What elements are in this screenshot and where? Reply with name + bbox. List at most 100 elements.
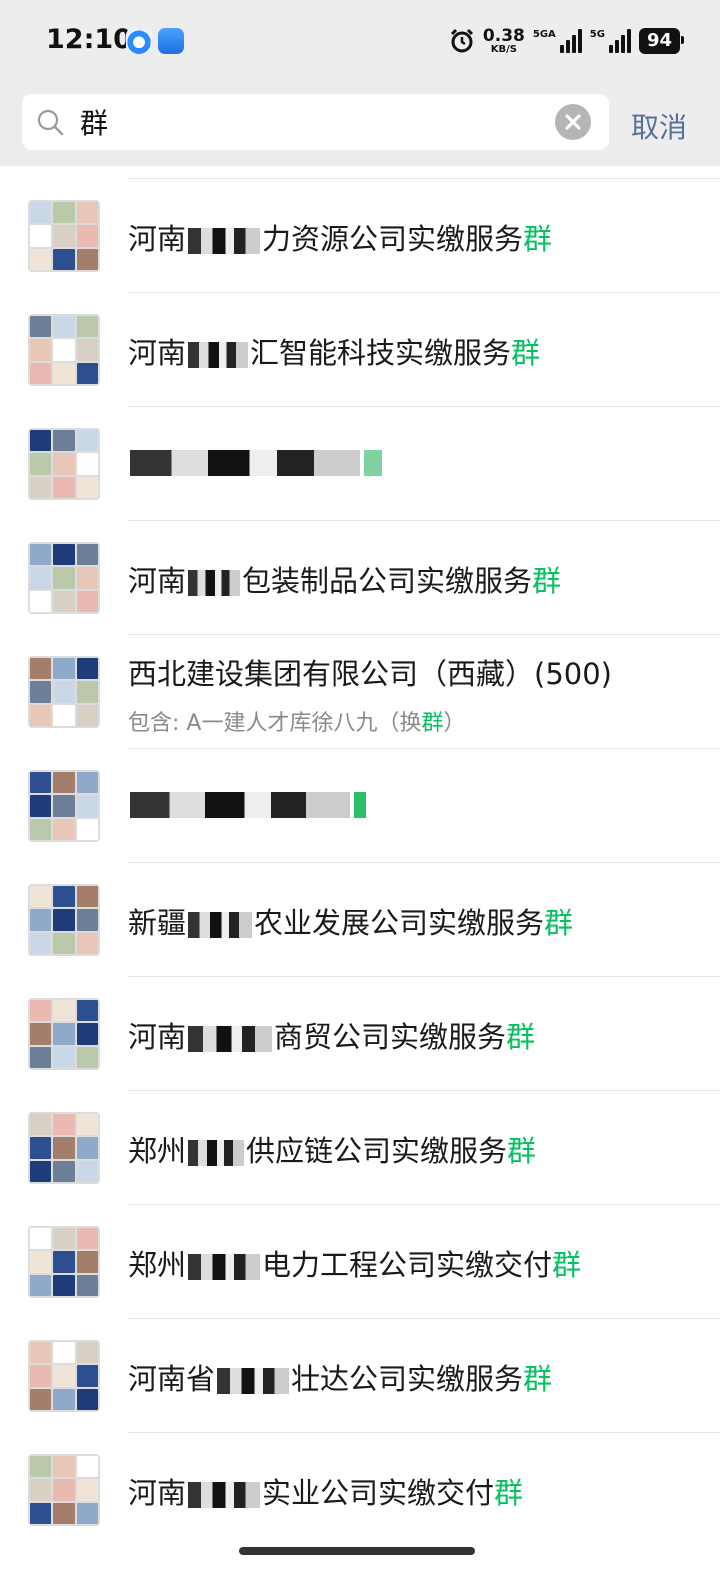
avatar-tile	[53, 1228, 75, 1250]
avatar-tile	[76, 1137, 98, 1159]
avatar-tile	[76, 1000, 98, 1022]
network-speed-value: 0.38	[482, 25, 525, 46]
avatar-tile	[53, 339, 75, 361]
avatar-tile	[76, 909, 98, 931]
avatar-tile	[30, 1342, 52, 1364]
group-name-prefix: 郑州	[128, 1248, 187, 1282]
group-result-item[interactable]: 新疆 农业发展公司实缴服务群	[0, 863, 720, 977]
network-speed-unit: KB/S	[490, 43, 517, 55]
home-indicator[interactable]	[239, 1547, 475, 1555]
avatar-tile	[76, 795, 98, 817]
group-name-highlight: 群	[506, 1020, 536, 1054]
group-result-item[interactable]	[0, 407, 720, 521]
avatar-tile	[53, 1365, 75, 1387]
avatar-tile	[30, 453, 52, 475]
signal-icon: 5G	[590, 29, 631, 53]
avatar-tile	[76, 1251, 98, 1273]
signal-tag: 5GA	[532, 29, 556, 40]
group-avatar	[28, 428, 100, 500]
avatar-tile	[30, 1137, 52, 1159]
search-box[interactable]	[22, 94, 609, 150]
group-result-item[interactable]: 郑州 供应链公司实缴服务群	[0, 1091, 720, 1205]
group-result-item[interactable]: 河南 力资源公司实缴服务群	[0, 179, 720, 293]
avatar-tile	[76, 316, 98, 338]
avatar-tile	[30, 1502, 52, 1524]
avatar-tile	[53, 1114, 75, 1136]
avatar-tile	[53, 658, 75, 680]
avatar-tile	[76, 681, 98, 703]
member-match-highlight: 群	[421, 711, 444, 736]
avatar-tile	[76, 1160, 98, 1182]
avatar-tile	[30, 339, 52, 361]
search-icon	[37, 109, 64, 136]
group-name: 河南 力资源公司实缴服务群	[128, 216, 552, 258]
avatar-tile	[30, 932, 52, 954]
member-match-prefix: 包含: A一建人才库徐八九（换	[128, 711, 422, 736]
group-result-item[interactable]: 郑州 电力工程公司实缴交付群	[0, 1205, 720, 1319]
avatar-tile	[76, 772, 98, 794]
avatar-tile	[53, 1000, 75, 1022]
avatar-tile	[30, 1114, 52, 1136]
avatar-tile	[53, 1342, 75, 1364]
avatar-tile	[76, 1342, 98, 1364]
avatar-tile	[30, 316, 52, 338]
group-name-prefix: 河南	[128, 222, 187, 256]
avatar-tile	[76, 1502, 98, 1524]
avatar-tile	[53, 362, 75, 384]
avatar-tile	[30, 1274, 52, 1296]
avatar-tile	[30, 1046, 52, 1068]
group-result-item[interactable]: 河南 包装制品公司实缴服务群	[0, 521, 720, 635]
avatar-tile	[30, 681, 52, 703]
avatar-tile	[30, 818, 52, 840]
avatar-tile	[30, 544, 52, 566]
group-name-prefix: 河南省	[128, 1362, 216, 1396]
group-name-prefix: 河南	[128, 1476, 187, 1510]
avatar-tile	[53, 202, 75, 224]
avatar-tile	[53, 544, 75, 566]
group-name: 西北建设集团有限公司（西藏）(500)	[128, 657, 612, 691]
group-result-item[interactable]: 河南 商贸公司实缴服务群	[0, 977, 720, 1091]
avatar-tile	[30, 1388, 52, 1410]
avatar-tile	[76, 1479, 98, 1501]
avatar-tile	[53, 567, 75, 589]
group-avatar	[28, 1112, 100, 1184]
redacted-text	[188, 1026, 273, 1052]
group-name-suffix: 包装制品公司实缴服务	[242, 564, 533, 598]
group-result-item[interactable]: 河南省 壮达公司实缴服务群	[0, 1319, 720, 1433]
group-name	[128, 444, 384, 478]
group-name-suffix: 力资源公司实缴服务	[262, 222, 524, 256]
group-result-item[interactable]: 河南 汇智能科技实缴服务群	[0, 293, 720, 407]
avatar-tile	[53, 1479, 75, 1501]
alarm-icon	[450, 28, 473, 53]
group-name-suffix: 电力工程公司实缴交付	[262, 1248, 553, 1282]
redacted-highlight	[354, 792, 366, 818]
avatar-tile	[76, 202, 98, 224]
avatar-tile	[53, 1137, 75, 1159]
avatar-tile	[30, 909, 52, 931]
group-avatar	[28, 1454, 100, 1526]
avatar-tile	[53, 1251, 75, 1273]
group-name-suffix: 汇智能科技实缴服务	[250, 336, 512, 370]
group-result-item[interactable]	[0, 749, 720, 863]
clear-search-button[interactable]	[555, 104, 591, 140]
group-name-suffix: 壮达公司实缴服务	[291, 1362, 524, 1396]
avatar-tile	[76, 1365, 98, 1387]
group-name: 河南 包装制品公司实缴服务群	[128, 558, 561, 600]
avatar-tile	[76, 590, 98, 612]
redacted-text	[188, 1254, 261, 1280]
avatar-tile	[53, 1502, 75, 1524]
group-avatar	[28, 770, 100, 842]
redacted-highlight	[364, 450, 382, 476]
search-input[interactable]	[80, 94, 550, 150]
group-member-match: 包含: A一建人才库徐八九（换群）	[128, 705, 466, 737]
group-avatar	[28, 200, 100, 272]
status-indicators: 0.38 KB/S 5GA 5G 94	[449, 22, 685, 60]
avatar-tile	[53, 225, 75, 247]
group-result-item[interactable]: 河南 实业公司实缴交付群	[0, 1433, 720, 1547]
group-avatar	[28, 542, 100, 614]
cancel-button[interactable]: 取消	[631, 106, 687, 146]
group-name: 郑州 供应链公司实缴服务群	[128, 1128, 536, 1170]
group-name-prefix: 河南	[128, 336, 187, 370]
group-result-item[interactable]: 西北建设集团有限公司（西藏）(500) 包含: A一建人才库徐八九（换群）	[0, 635, 720, 749]
group-name-highlight: 群	[523, 1362, 553, 1396]
